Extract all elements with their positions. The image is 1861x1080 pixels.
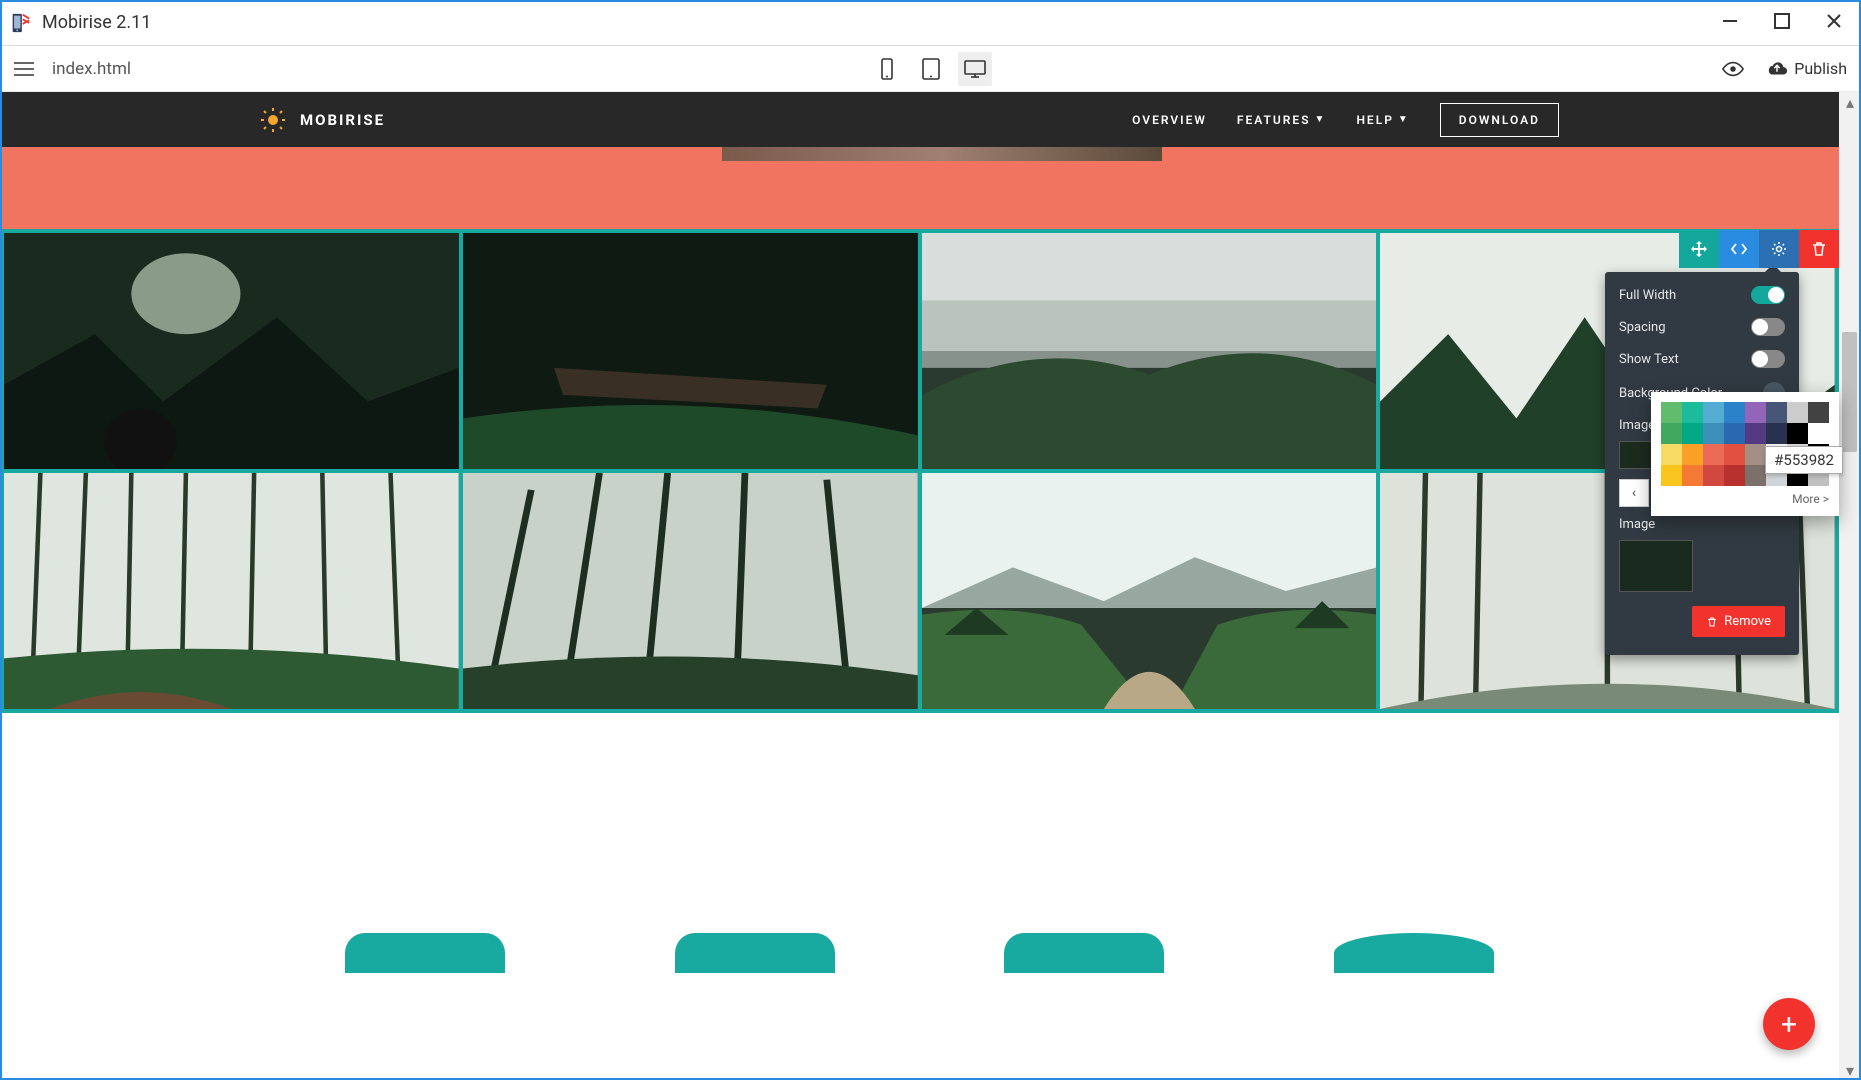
color-more-button[interactable]: More > [1661, 486, 1829, 506]
block-delete-button[interactable] [1799, 230, 1839, 268]
features-block[interactable] [0, 713, 1839, 973]
mobile-preview-button[interactable] [870, 52, 904, 86]
color-swatch-8[interactable] [1661, 423, 1682, 444]
color-swatch-10[interactable] [1703, 423, 1724, 444]
site-header-block[interactable]: MOBIRISE OVERVIEW FEATURES▼ HELP▼ DOWNLO… [0, 92, 1839, 147]
color-swatch-15[interactable] [1808, 423, 1829, 444]
color-swatch-1[interactable] [1682, 402, 1703, 423]
feature-icon-3 [1004, 933, 1164, 973]
color-swatch-18[interactable] [1703, 444, 1724, 465]
feature-icons-row [0, 933, 1839, 973]
setting-spacing-label: Spacing [1619, 320, 1666, 335]
nav-features[interactable]: FEATURES▼ [1237, 113, 1327, 127]
block-settings-button[interactable] [1759, 230, 1799, 268]
current-file-label: index.html [52, 59, 131, 79]
color-swatch-5[interactable] [1766, 402, 1787, 423]
chevron-down-icon: ▼ [1398, 114, 1410, 125]
color-swatch-14[interactable] [1787, 423, 1808, 444]
nav-overview[interactable]: OVERVIEW [1132, 113, 1207, 127]
gallery-image-2[interactable] [463, 233, 918, 469]
setting-showtext-label: Show Text [1619, 352, 1679, 367]
images-prev-button[interactable]: ‹ [1619, 479, 1649, 507]
block-move-button[interactable] [1679, 230, 1719, 268]
scroll-up-icon[interactable]: ▴ [1839, 92, 1861, 112]
minimize-icon[interactable] [1721, 12, 1739, 34]
color-swatch-2[interactable] [1703, 402, 1724, 423]
gallery-block[interactable] [0, 229, 1839, 713]
color-picker-popover: #553982 More > [1651, 392, 1839, 516]
desktop-preview-button[interactable] [958, 52, 992, 86]
color-swatch-27[interactable] [1724, 465, 1745, 486]
color-swatch-13[interactable] [1766, 423, 1787, 444]
color-swatch-11[interactable] [1724, 423, 1745, 444]
gallery-image-5[interactable] [4, 473, 459, 709]
color-swatch-3[interactable] [1724, 402, 1745, 423]
publish-label: Publish [1794, 59, 1847, 78]
gallery-image-3[interactable] [922, 233, 1377, 469]
nav-download[interactable]: DOWNLOAD [1440, 103, 1559, 137]
scroll-down-icon[interactable]: ▾ [1839, 1060, 1861, 1080]
color-swatch-20[interactable] [1745, 444, 1766, 465]
color-swatch-6[interactable] [1787, 402, 1808, 423]
color-swatch-28[interactable] [1745, 465, 1766, 486]
color-swatch-24[interactable] [1661, 465, 1682, 486]
site-logo[interactable]: MOBIRISE [260, 107, 385, 133]
app-title: Mobirise 2.11 [42, 12, 151, 33]
setting-fullwidth-label: Full Width [1619, 288, 1676, 303]
color-swatch-26[interactable] [1703, 465, 1724, 486]
scrollbar-thumb[interactable] [1842, 332, 1857, 452]
app-toolbar: index.html Publish [0, 46, 1861, 92]
setting-image-label: Image [1619, 517, 1785, 532]
color-swatch-17[interactable] [1682, 444, 1703, 465]
remove-button[interactable]: Remove [1692, 606, 1785, 637]
tablet-preview-button[interactable] [914, 52, 948, 86]
vertical-scrollbar[interactable]: ▴ ▾ [1839, 92, 1861, 1080]
sun-icon [260, 107, 286, 133]
block-toolbar [1679, 230, 1839, 268]
chevron-down-icon: ▼ [1315, 114, 1327, 125]
add-block-fab[interactable]: + [1763, 998, 1815, 1050]
hex-tooltip: #553982 [1765, 446, 1843, 474]
feature-icon-4 [1334, 933, 1494, 973]
feature-icon-2 [675, 933, 835, 973]
image-single-thumb[interactable] [1619, 540, 1693, 592]
trash-icon [1706, 616, 1718, 628]
color-swatch-19[interactable] [1724, 444, 1745, 465]
feature-icon-1 [345, 933, 505, 973]
color-swatch-4[interactable] [1745, 402, 1766, 423]
color-swatch-7[interactable] [1808, 402, 1829, 423]
gallery-image-7[interactable] [922, 473, 1377, 709]
gallery-image-1[interactable] [4, 233, 459, 469]
close-icon[interactable] [1825, 12, 1843, 34]
setting-showtext-toggle[interactable] [1751, 350, 1785, 368]
hero-image-fragment [722, 147, 1162, 161]
titlebar: Mobirise 2.11 [0, 0, 1861, 46]
site-brand-text: MOBIRISE [300, 111, 385, 129]
color-swatch-25[interactable] [1682, 465, 1703, 486]
publish-button[interactable]: Publish [1766, 58, 1847, 80]
maximize-icon[interactable] [1773, 12, 1791, 34]
site-nav: OVERVIEW FEATURES▼ HELP▼ DOWNLOAD [1132, 103, 1559, 137]
gallery-image-6[interactable] [463, 473, 918, 709]
image-thumb-1[interactable] [1619, 441, 1655, 469]
block-code-button[interactable] [1719, 230, 1759, 268]
nav-help[interactable]: HELP▼ [1356, 113, 1409, 127]
color-swatch-16[interactable] [1661, 444, 1682, 465]
color-swatch-12[interactable] [1745, 423, 1766, 444]
preview-button[interactable] [1722, 58, 1744, 80]
hamburger-icon[interactable] [14, 62, 34, 76]
setting-spacing-toggle[interactable] [1751, 318, 1785, 336]
hero-block-bottom[interactable] [0, 147, 1839, 229]
color-swatch-0[interactable] [1661, 402, 1682, 423]
plus-icon: + [1781, 1008, 1797, 1041]
editor-canvas: MOBIRISE OVERVIEW FEATURES▼ HELP▼ DOWNLO… [0, 92, 1839, 1080]
color-swatch-9[interactable] [1682, 423, 1703, 444]
window-controls [1721, 12, 1853, 34]
setting-fullwidth-toggle[interactable] [1751, 286, 1785, 304]
device-preview-switch [870, 52, 992, 86]
app-icon [8, 11, 32, 35]
